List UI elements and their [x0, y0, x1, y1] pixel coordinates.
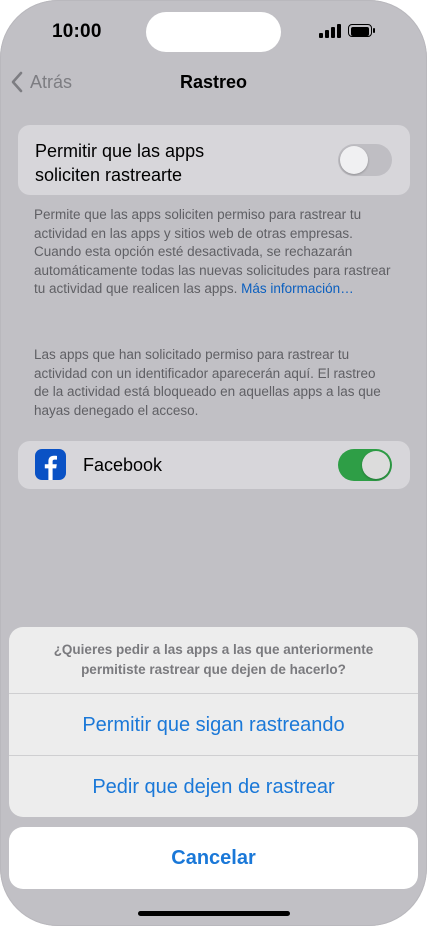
navigation-bar: Atrás Rastreo [0, 62, 427, 102]
more-info-link[interactable]: Más información… [241, 281, 354, 296]
ask-stop-tracking-button[interactable]: Pedir que dejen de rastrear [9, 756, 418, 817]
facebook-icon [35, 449, 66, 480]
toggle-knob [340, 146, 368, 174]
facebook-tracking-toggle[interactable] [338, 449, 392, 481]
allow-tracking-requests-toggle[interactable] [338, 144, 392, 176]
battery-icon [348, 24, 375, 37]
apps-list-description: Las apps que han solicitado permiso para… [34, 347, 381, 418]
action-sheet-message: ¿Quieres pedir a las apps a las que ante… [53, 642, 374, 677]
app-row-facebook: Facebook [18, 441, 410, 489]
app-name: Facebook [83, 455, 163, 475]
cellular-signal-icon [319, 24, 341, 38]
action-sheet: ¿Quieres pedir a las apps a las que ante… [9, 627, 418, 817]
page-title: Rastreo [179, 72, 248, 92]
allow-tracking-requests-label: Permitir que las apps soliciten rastreart… [35, 141, 205, 185]
allow-continue-tracking-button[interactable]: Permitir que sigan rastreando [9, 694, 418, 756]
status-time: 10:00 [52, 21, 102, 42]
allow-tracking-requests-row: Permitir que las apps soliciten rastreart… [18, 125, 410, 195]
status-bar: 10:00 [0, 0, 427, 62]
toggle-knob [362, 451, 390, 479]
tracking-description: Permite que las apps soliciten permiso p… [34, 207, 391, 297]
dynamic-island [146, 12, 281, 52]
home-indicator[interactable] [138, 911, 290, 916]
cancel-button[interactable]: Cancelar [9, 827, 418, 889]
phone-screen: 10:00 Atrás Rastreo Permitir que las app… [0, 0, 427, 926]
